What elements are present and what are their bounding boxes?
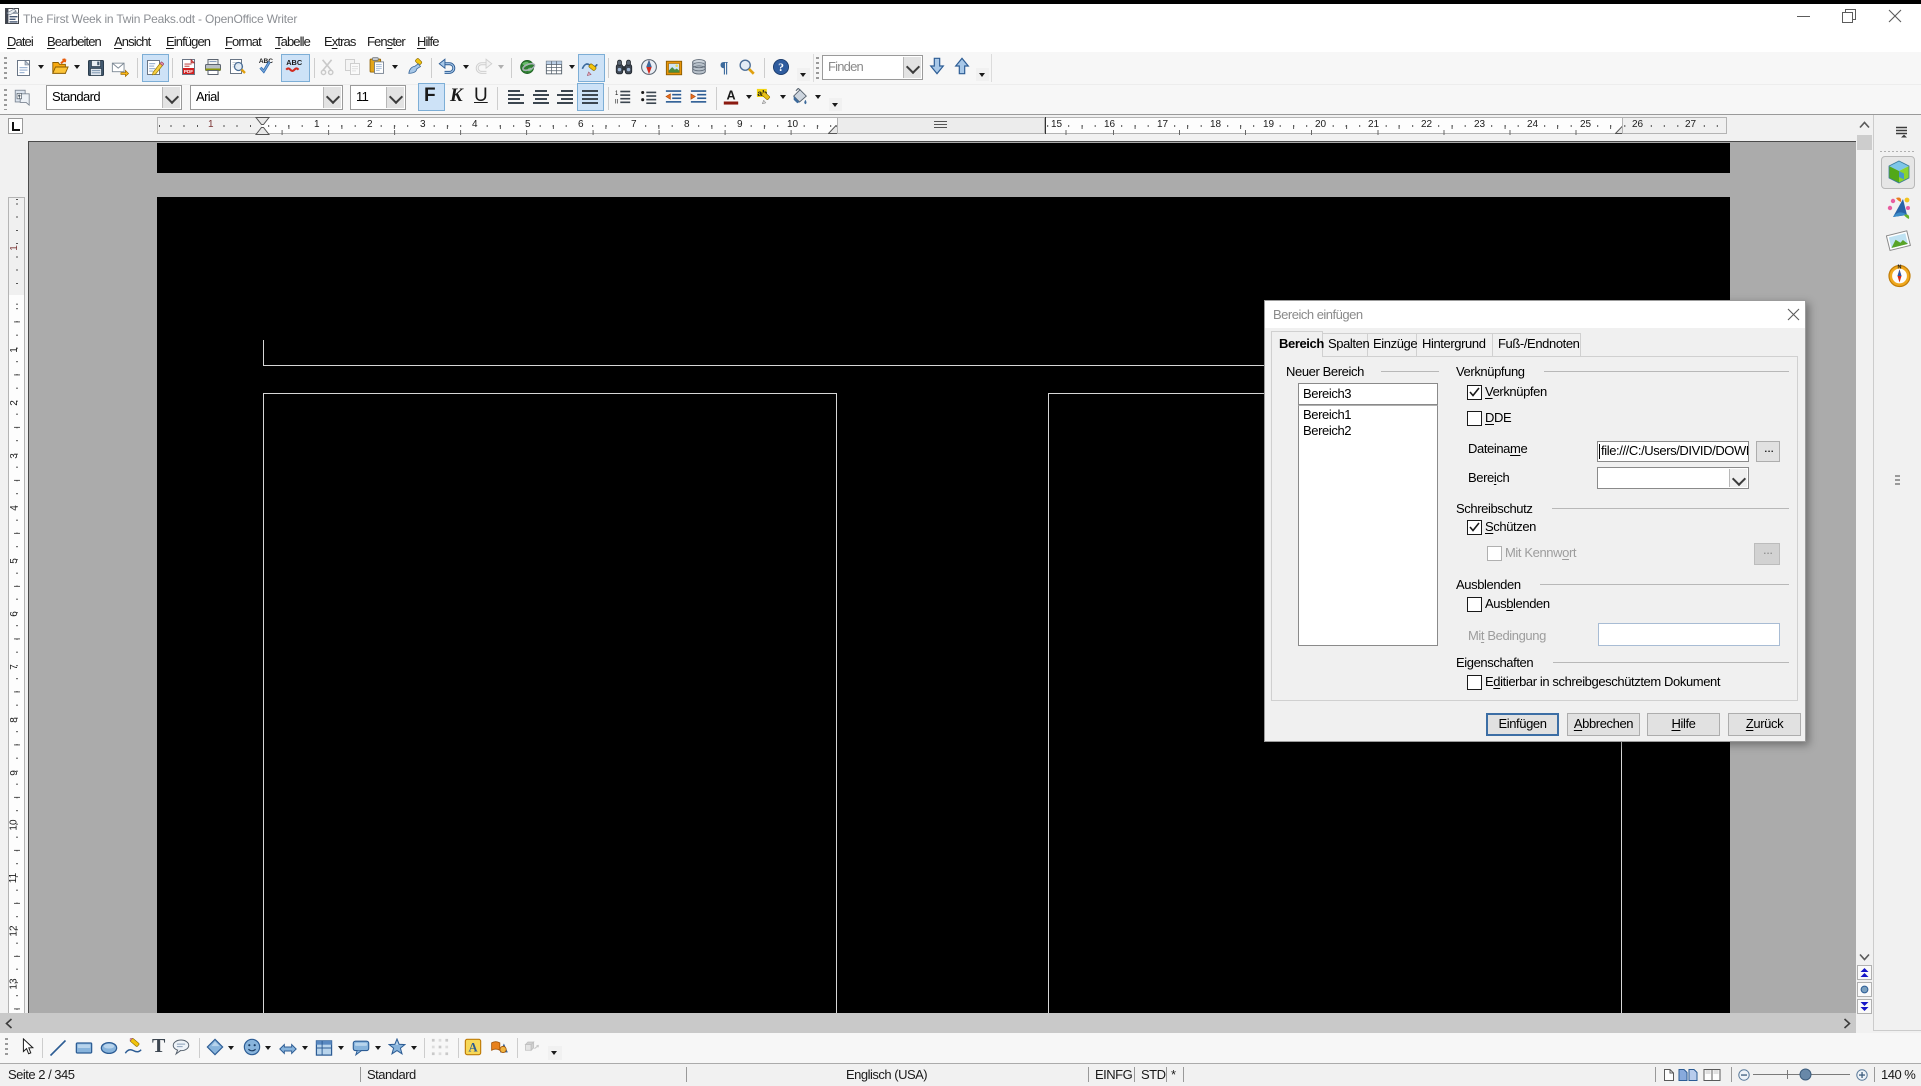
svg-text:A: A [468,1041,477,1055]
svg-text:N: N [1898,265,1902,271]
svg-text:1: 1 [615,90,619,97]
svg-text:A: A [726,89,735,103]
svg-text:¶: ¶ [720,58,729,76]
svg-text:ABC: ABC [259,58,273,65]
svg-text:PDF: PDF [184,69,193,74]
svg-text:II: II [615,98,619,105]
svg-text:ABC: ABC [286,58,303,67]
svg-text:?: ? [778,61,784,74]
